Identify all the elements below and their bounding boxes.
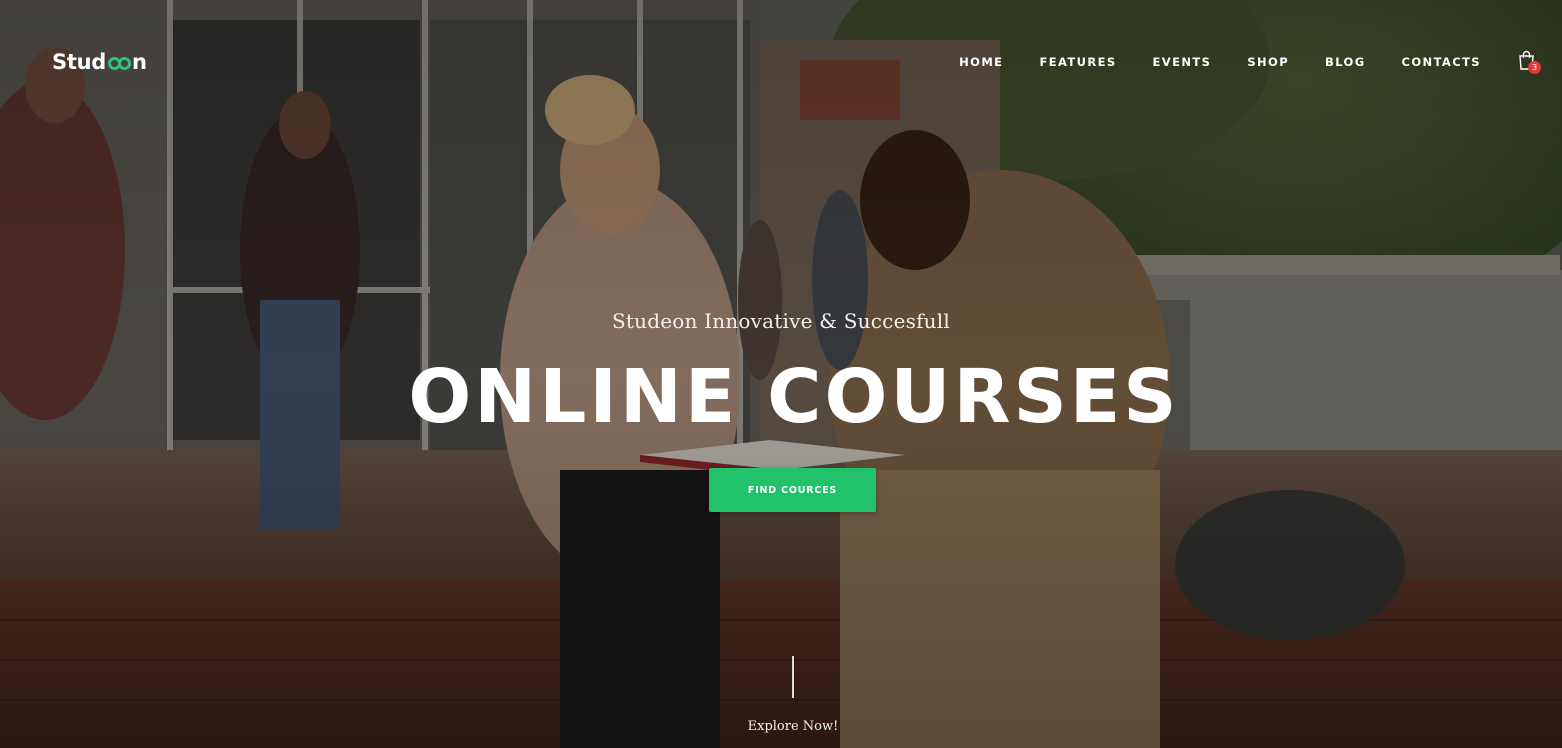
logo-mark-icon bbox=[107, 54, 131, 70]
nav-item-contacts[interactable]: CONTACTS bbox=[1402, 55, 1481, 69]
logo-text-suffix: n bbox=[131, 50, 147, 74]
hero-subtitle: Studeon Innovative & Succesfull bbox=[612, 309, 950, 333]
nav-item-events[interactable]: EVENTS bbox=[1153, 55, 1212, 69]
explore-now-link[interactable]: Explore Now! bbox=[0, 719, 1562, 734]
site-header: Stud n HOME FEATURES EVENTS SHOP BLOG CO… bbox=[0, 0, 1562, 122]
cart-button[interactable]: 3 bbox=[1516, 50, 1542, 76]
nav-item-shop[interactable]: SHOP bbox=[1247, 55, 1289, 69]
cart-count-badge: 3 bbox=[1528, 61, 1541, 74]
hero-section: Stud n HOME FEATURES EVENTS SHOP BLOG CO… bbox=[0, 0, 1562, 748]
hero-title: ONLINE COURSES bbox=[408, 354, 1180, 440]
logo-text-prefix: Stud bbox=[52, 50, 106, 74]
site-logo[interactable]: Stud n bbox=[52, 47, 147, 77]
nav-item-blog[interactable]: BLOG bbox=[1325, 55, 1366, 69]
find-courses-button[interactable]: FIND COURCES bbox=[709, 468, 876, 512]
nav-item-home[interactable]: HOME bbox=[959, 55, 1003, 69]
nav-item-features[interactable]: FEATURES bbox=[1039, 55, 1116, 69]
main-nav: HOME FEATURES EVENTS SHOP BLOG CONTACTS bbox=[959, 52, 1481, 72]
scroll-indicator-line bbox=[792, 656, 794, 698]
